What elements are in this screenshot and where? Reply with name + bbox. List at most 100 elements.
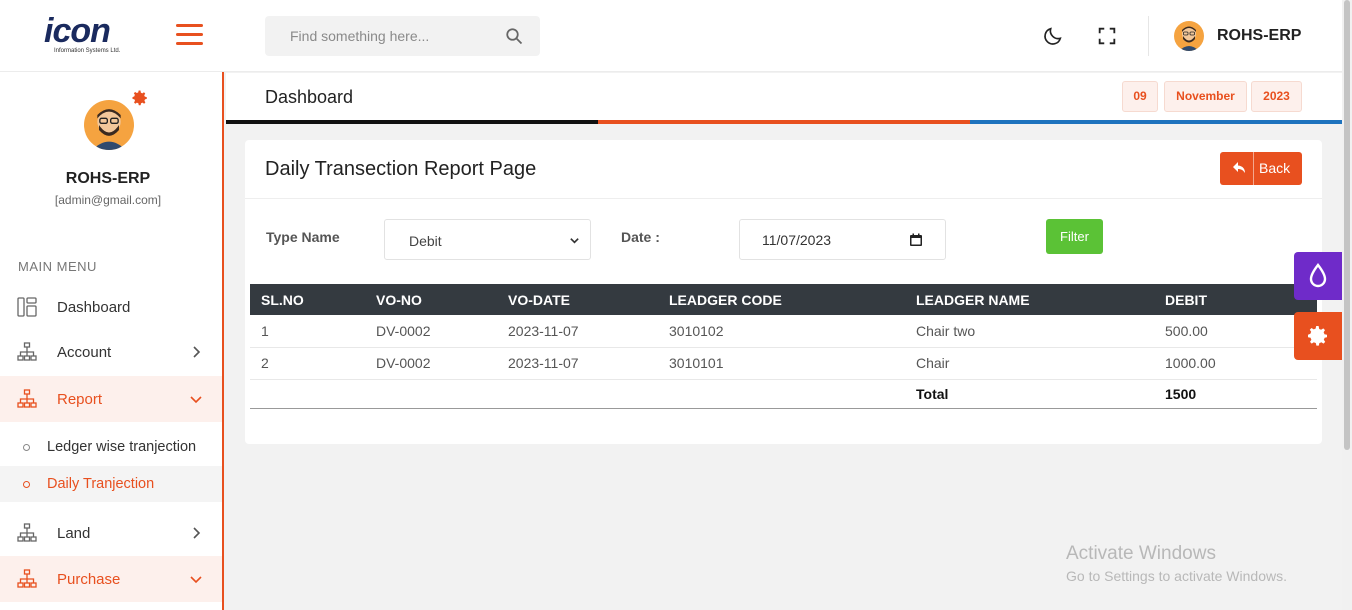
bullet-icon — [23, 481, 30, 488]
sidebar-item-label: Land — [57, 524, 91, 542]
date-month-badge: November — [1164, 81, 1247, 112]
date-input[interactable]: 11/07/2023 — [739, 219, 946, 260]
table-cell: Chair two — [905, 315, 1154, 348]
column-header: LEADGER CODE — [658, 284, 905, 315]
top-navbar: icon Information Systems Ltd. ROHS-ERP — [0, 0, 1342, 72]
transaction-table: SL.NO VO-NO VO-DATE LEADGER CODE LEADGER… — [250, 284, 1317, 409]
table-cell: 3010101 — [658, 347, 905, 380]
settings-button[interactable] — [1294, 312, 1342, 360]
sidebar-item-label: Report — [57, 390, 103, 408]
column-header: VO-NO — [365, 284, 497, 315]
chevron-right-icon — [193, 346, 201, 358]
color-bar-segment — [226, 120, 598, 124]
theme-color-button[interactable] — [1294, 252, 1342, 300]
filter-button[interactable]: Filter — [1046, 219, 1103, 254]
back-button[interactable]: Back — [1220, 152, 1302, 185]
dashboard-icon — [17, 297, 37, 317]
topbar-username[interactable]: ROHS-ERP — [1217, 27, 1301, 45]
chevron-right-icon — [193, 527, 201, 539]
sidebar-item-report[interactable]: Report — [0, 376, 222, 422]
table-cell: DV-0002 — [365, 315, 497, 348]
profile-name: ROHS-ERP — [65, 170, 151, 187]
table-cell: 500.00 — [1154, 315, 1317, 348]
dark-mode-moon-icon[interactable] — [1042, 25, 1064, 47]
total-label: Total — [905, 378, 1154, 409]
button-separator — [1253, 152, 1254, 185]
table-cell: 1 — [250, 315, 365, 348]
user-avatar[interactable] — [1174, 21, 1204, 51]
date-value: 11/07/2023 — [762, 232, 832, 248]
sidebar-subitem-ledger-wise[interactable]: Ledger wise tranjection — [0, 429, 222, 465]
scrollbar-thumb[interactable] — [1344, 0, 1350, 450]
column-header: DEBIT — [1154, 284, 1317, 315]
table-cell: 2023-11-07 — [497, 347, 658, 380]
profile-avatar[interactable] — [84, 100, 134, 150]
sidebar-item-purchase[interactable]: Purchase — [0, 556, 222, 602]
date-label: Date : — [621, 229, 660, 245]
logo-wordmark: icon — [44, 12, 111, 50]
gear-icon — [1308, 326, 1327, 346]
reply-arrow-icon — [1233, 162, 1245, 173]
table-row: 1 DV-0002 2023-11-07 3010102 Chair two 5… — [250, 315, 1317, 348]
table-cell: DV-0002 — [365, 347, 497, 380]
sidebar-item-label: Account — [57, 343, 112, 361]
sitemap-icon — [17, 569, 37, 588]
sidebar-item-dashboard[interactable]: Dashboard — [0, 284, 222, 330]
sidebar-subitem-daily-tranjection[interactable]: Daily Tranjection — [0, 466, 222, 502]
watermark-title: Activate Windows — [1066, 543, 1216, 564]
sitemap-icon — [17, 342, 37, 361]
sidebar: ROHS-ERP [admin@gmail.com] MAIN MENU Das… — [0, 72, 224, 610]
sidebar-item-label: Purchase — [57, 570, 121, 588]
chevron-down-icon — [570, 238, 579, 244]
search-icon[interactable] — [505, 27, 523, 45]
type-name-label: Type Name — [266, 229, 340, 245]
table-cell: 3010102 — [658, 315, 905, 348]
fullscreen-icon[interactable] — [1096, 25, 1118, 47]
table-row: 2 DV-0002 2023-11-07 3010101 Chair 1000.… — [250, 347, 1317, 380]
profile-settings-gear-icon[interactable] — [131, 89, 149, 107]
column-header: SL.NO — [250, 284, 365, 315]
total-value: 1500 — [1154, 378, 1317, 409]
calendar-icon[interactable] — [909, 233, 923, 247]
card-title: Daily Transection Report Page — [265, 158, 537, 180]
bullet-icon — [23, 444, 30, 451]
page-title: Dashboard — [265, 87, 354, 107]
sitemap-icon — [17, 523, 37, 542]
date-day-badge: 09 — [1122, 81, 1158, 112]
menu-toggle-icon[interactable] — [176, 24, 203, 46]
type-name-value: Debit — [409, 233, 442, 249]
profile-email: [admin@gmail.com] — [54, 193, 162, 207]
header-color-bar — [226, 120, 1342, 124]
table-cell: Chair — [905, 347, 1154, 380]
column-header: LEADGER NAME — [905, 284, 1154, 315]
table-cell: 1000.00 — [1154, 347, 1317, 380]
table-cell: 2023-11-07 — [497, 315, 658, 348]
topbar-divider — [1148, 16, 1149, 56]
color-bar-segment — [598, 120, 970, 124]
type-name-select[interactable]: Debit — [384, 219, 591, 260]
table-total-row: Total 1500 — [250, 378, 1317, 409]
sidebar-item-label: Dashboard — [57, 298, 131, 316]
chevron-down-icon — [190, 396, 202, 404]
table-header-row: SL.NO VO-NO VO-DATE LEADGER CODE LEADGER… — [250, 284, 1317, 315]
sidebar-subitem-label: Ledger wise tranjection — [47, 439, 197, 455]
company-logo[interactable]: icon Information Systems Ltd. — [44, 14, 144, 58]
windows-activation-watermark: Activate Windows Go to Settings to activ… — [1066, 543, 1287, 584]
search-box — [265, 16, 540, 56]
card-divider — [245, 198, 1322, 199]
droplet-icon — [1309, 263, 1327, 288]
color-bar-segment — [970, 120, 1342, 124]
sitemap-icon — [17, 389, 37, 408]
date-year-badge: 2023 — [1251, 81, 1302, 112]
back-button-label: Back — [1259, 160, 1291, 176]
sidebar-subitem-label: Daily Tranjection — [47, 476, 155, 492]
main-menu-heading: MAIN MENU — [18, 259, 97, 274]
page-header: Dashboard 09 November 2023 — [226, 73, 1342, 120]
sidebar-item-account[interactable]: Account — [0, 329, 222, 375]
watermark-subtitle: Go to Settings to activate Windows. — [1066, 568, 1287, 584]
page-scrollbar[interactable] — [1342, 0, 1352, 610]
column-header: VO-DATE — [497, 284, 658, 315]
search-input[interactable] — [265, 16, 495, 56]
sidebar-item-land[interactable]: Land — [0, 510, 222, 556]
logo-subtitle: Information Systems Ltd. — [54, 48, 121, 54]
